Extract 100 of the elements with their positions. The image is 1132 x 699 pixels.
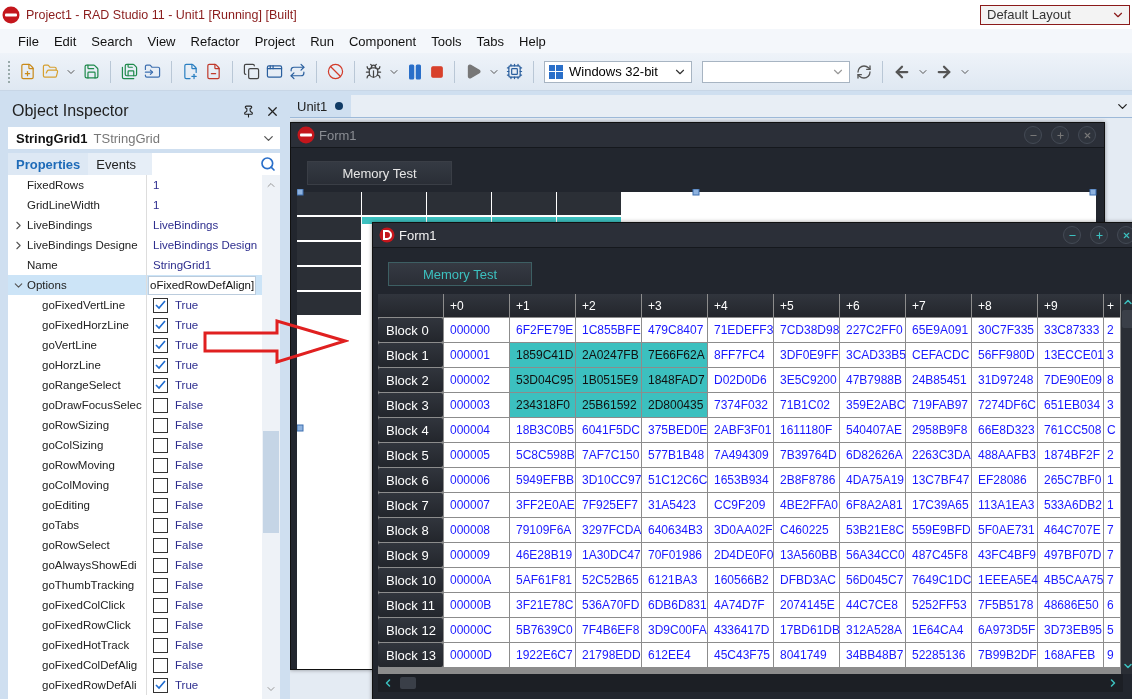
pin-icon[interactable] <box>242 104 255 118</box>
memory-test-button[interactable]: Memory Test <box>388 262 532 286</box>
close-button[interactable] <box>1078 126 1096 144</box>
property-name[interactable]: Name <box>27 259 58 271</box>
checkbox[interactable] <box>153 657 168 673</box>
platform-dropdown[interactable]: Windows 32-bit <box>544 60 692 83</box>
remove-file-icon[interactable] <box>205 63 222 80</box>
scroll-thumb[interactable] <box>263 431 279 533</box>
property-value[interactable]: LiveBindings Design <box>153 239 258 251</box>
scroll-thumb[interactable] <box>400 677 416 689</box>
checkbox[interactable] <box>153 317 168 333</box>
save-all-icon[interactable] <box>121 63 138 80</box>
property-name[interactable]: goFixedHotTrack <box>42 639 130 651</box>
property-value[interactable]: StringGrid1 <box>153 259 212 271</box>
property-name[interactable]: goFixedColClick <box>42 599 126 611</box>
menu-item[interactable]: Search <box>91 33 133 49</box>
editor-tab[interactable]: Unit1 <box>290 95 352 117</box>
property-name[interactable]: goFixedColDefAlig <box>42 659 138 671</box>
pause-icon[interactable] <box>406 62 424 81</box>
property-value[interactable]: 1 <box>153 179 160 191</box>
save-icon[interactable] <box>83 63 100 80</box>
property-name[interactable]: goColSizing <box>42 439 104 451</box>
add-file-icon[interactable] <box>182 63 199 80</box>
close-button[interactable] <box>1117 226 1132 244</box>
menu-item[interactable]: Tools <box>431 33 462 49</box>
checkbox[interactable] <box>153 497 168 513</box>
property-name[interactable]: LiveBindings Designe <box>27 239 138 251</box>
run-icon[interactable] <box>465 63 482 80</box>
property-value[interactable]: 1 <box>153 199 160 211</box>
property-name[interactable]: goDrawFocusSelec <box>42 399 142 411</box>
property-name[interactable]: goThumbTracking <box>42 579 135 591</box>
menu-item[interactable]: Edit <box>53 33 77 49</box>
property-name[interactable]: goRangeSelect <box>42 379 121 391</box>
copy-icon[interactable] <box>243 63 260 80</box>
property-name[interactable]: GridLineWidth <box>27 199 100 211</box>
checkbox[interactable] <box>153 637 168 653</box>
checkbox[interactable] <box>153 357 168 373</box>
layout-dropdown[interactable]: Default Layout <box>980 4 1130 25</box>
scroll-thumb[interactable] <box>1122 310 1132 328</box>
property-name[interactable]: LiveBindings <box>27 219 93 231</box>
checkbox[interactable] <box>153 437 168 453</box>
property-name[interactable]: Options <box>27 279 67 291</box>
menu-item[interactable]: Run <box>310 33 334 49</box>
checkbox[interactable] <box>153 297 168 313</box>
checkbox[interactable] <box>153 677 168 693</box>
horizontal-scrollbar[interactable] <box>378 674 1123 692</box>
property-name[interactable]: goVertLine <box>42 339 97 351</box>
property-name[interactable]: goFixedRowClick <box>42 619 131 631</box>
checkbox[interactable] <box>153 577 168 593</box>
new-file-icon[interactable] <box>19 63 36 80</box>
menu-item[interactable]: Refactor <box>190 33 240 49</box>
bug-icon[interactable] <box>365 63 382 80</box>
checkbox[interactable] <box>153 597 168 613</box>
property-value-field[interactable]: oFixedRowDefAlign] <box>148 275 257 295</box>
menu-item[interactable]: Tabs <box>476 33 505 49</box>
checkbox[interactable] <box>153 337 168 353</box>
property-name[interactable]: goAlwaysShowEdi <box>42 559 137 571</box>
memory-test-button[interactable]: Memory Test <box>307 161 452 185</box>
property-name[interactable]: goFixedHorzLine <box>42 319 129 331</box>
checkbox[interactable] <box>153 557 168 573</box>
property-name[interactable]: goRowSelect <box>42 539 110 551</box>
menu-item[interactable]: Help <box>519 33 546 49</box>
checkbox[interactable] <box>153 397 168 413</box>
inspector-tab[interactable]: Properties <box>8 153 89 175</box>
checkbox[interactable] <box>153 537 168 553</box>
component-selector[interactable]: StringGrid1 TStringGrid <box>8 127 280 149</box>
scrollbar[interactable] <box>262 175 280 699</box>
checkbox[interactable] <box>153 377 168 393</box>
grid-cell: 66E8D323 <box>972 418 1037 442</box>
refresh-icon[interactable] <box>856 63 872 80</box>
window-icon[interactable] <box>266 63 283 80</box>
property-value[interactable]: LiveBindings <box>153 219 219 231</box>
vertical-scrollbar[interactable] <box>1121 294 1132 674</box>
menu-item[interactable]: Project <box>254 33 296 49</box>
property-name[interactable]: goFixedVertLine <box>42 299 126 311</box>
checkbox[interactable] <box>153 417 168 433</box>
property-name[interactable]: goFixedRowDefAli <box>42 679 137 691</box>
checkbox[interactable] <box>153 457 168 473</box>
property-name[interactable]: goColMoving <box>42 479 110 491</box>
stop-icon[interactable] <box>430 64 444 79</box>
property-name[interactable]: goRowMoving <box>42 459 115 471</box>
menu-item[interactable]: Component <box>349 33 417 49</box>
checkbox[interactable] <box>153 477 168 493</box>
maximize-button[interactable] <box>1090 226 1108 244</box>
property-name[interactable]: goHorzLine <box>42 359 101 371</box>
checkbox[interactable] <box>153 517 168 533</box>
property-name[interactable]: FixedRows <box>27 179 84 191</box>
property-name[interactable]: goTabs <box>42 519 80 531</box>
no-entry-icon[interactable] <box>327 63 344 80</box>
grid-cell: 359E2ABC <box>840 393 905 417</box>
open-project-icon[interactable] <box>144 63 161 80</box>
menu-item[interactable]: File <box>18 33 39 49</box>
device-icon[interactable] <box>506 63 523 80</box>
maximize-button[interactable] <box>1051 126 1069 144</box>
toggle-icon[interactable] <box>289 63 306 80</box>
property-name[interactable]: goEditing <box>42 499 90 511</box>
property-name[interactable]: goRowSizing <box>42 419 110 431</box>
checkbox[interactable] <box>153 617 168 633</box>
search-field[interactable] <box>152 153 280 175</box>
menu-item[interactable]: View <box>147 33 176 49</box>
